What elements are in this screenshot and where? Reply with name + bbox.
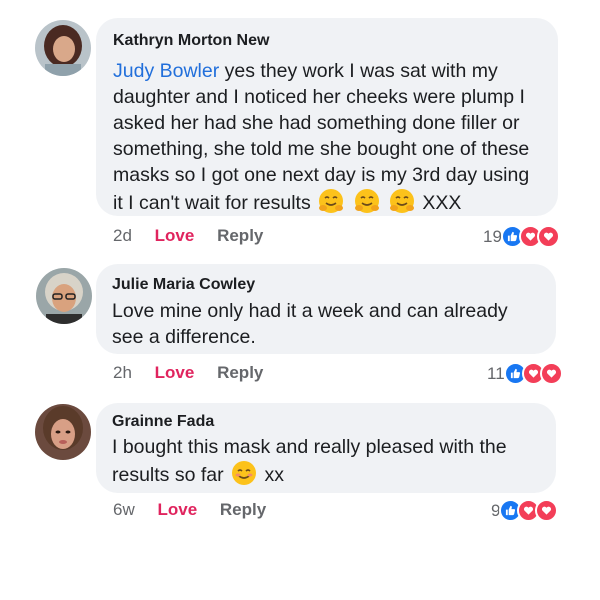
love-button[interactable]: Love	[157, 500, 197, 519]
haha-icon	[535, 499, 559, 522]
comment-3: Grainne Fada I bought this mask and real…	[0, 0, 600, 540]
smiling-face-emoji	[231, 460, 257, 493]
reply-button[interactable]: Reply	[220, 500, 266, 519]
comment-time[interactable]: 6w	[113, 500, 135, 519]
avatar[interactable]	[35, 404, 91, 460]
reaction-summary[interactable]: 9	[491, 499, 559, 522]
comment-actions: 6w Love Reply	[113, 500, 284, 520]
comment-author[interactable]: Grainne Fada	[112, 413, 214, 431]
comment-text: I bought this mask and really pleased wi…	[112, 434, 542, 493]
